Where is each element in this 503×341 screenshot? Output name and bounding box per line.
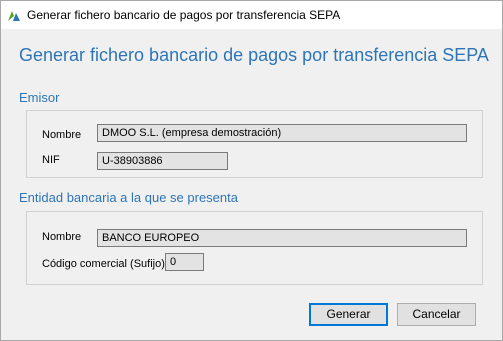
- emisor-group: Nombre DMOO S.L. (empresa demostración) …: [26, 110, 483, 178]
- entidad-section-title: Entidad bancaria a la que se presenta: [19, 190, 238, 205]
- entidad-group: Nombre BANCO EUROPEO Código comercial (S…: [26, 211, 483, 285]
- app-logo-icon: [7, 8, 21, 22]
- emisor-nif-label: NIF: [42, 154, 60, 166]
- emisor-nombre-label: Nombre: [42, 129, 82, 141]
- generar-button[interactable]: Generar: [309, 303, 388, 326]
- emisor-nif-field[interactable]: U-38903886: [97, 152, 228, 170]
- codigo-comercial-label: Código comercial (Sufijo): [42, 258, 165, 270]
- cancelar-button[interactable]: Cancelar: [397, 303, 476, 326]
- entidad-nombre-field[interactable]: BANCO EUROPEO: [97, 229, 467, 247]
- emisor-nombre-field[interactable]: DMOO S.L. (empresa demostración): [97, 124, 467, 142]
- emisor-section-title: Emisor: [19, 90, 60, 105]
- page-title: Generar fichero bancario de pagos por tr…: [19, 45, 489, 65]
- codigo-comercial-field[interactable]: 0: [165, 253, 204, 271]
- window-title: Generar fichero bancario de pagos por tr…: [27, 8, 341, 22]
- dialog-window: Generar fichero bancario de pagos por tr…: [0, 0, 503, 341]
- title-bar[interactable]: Generar fichero bancario de pagos por tr…: [1, 1, 502, 29]
- entidad-nombre-label: Nombre: [42, 231, 82, 243]
